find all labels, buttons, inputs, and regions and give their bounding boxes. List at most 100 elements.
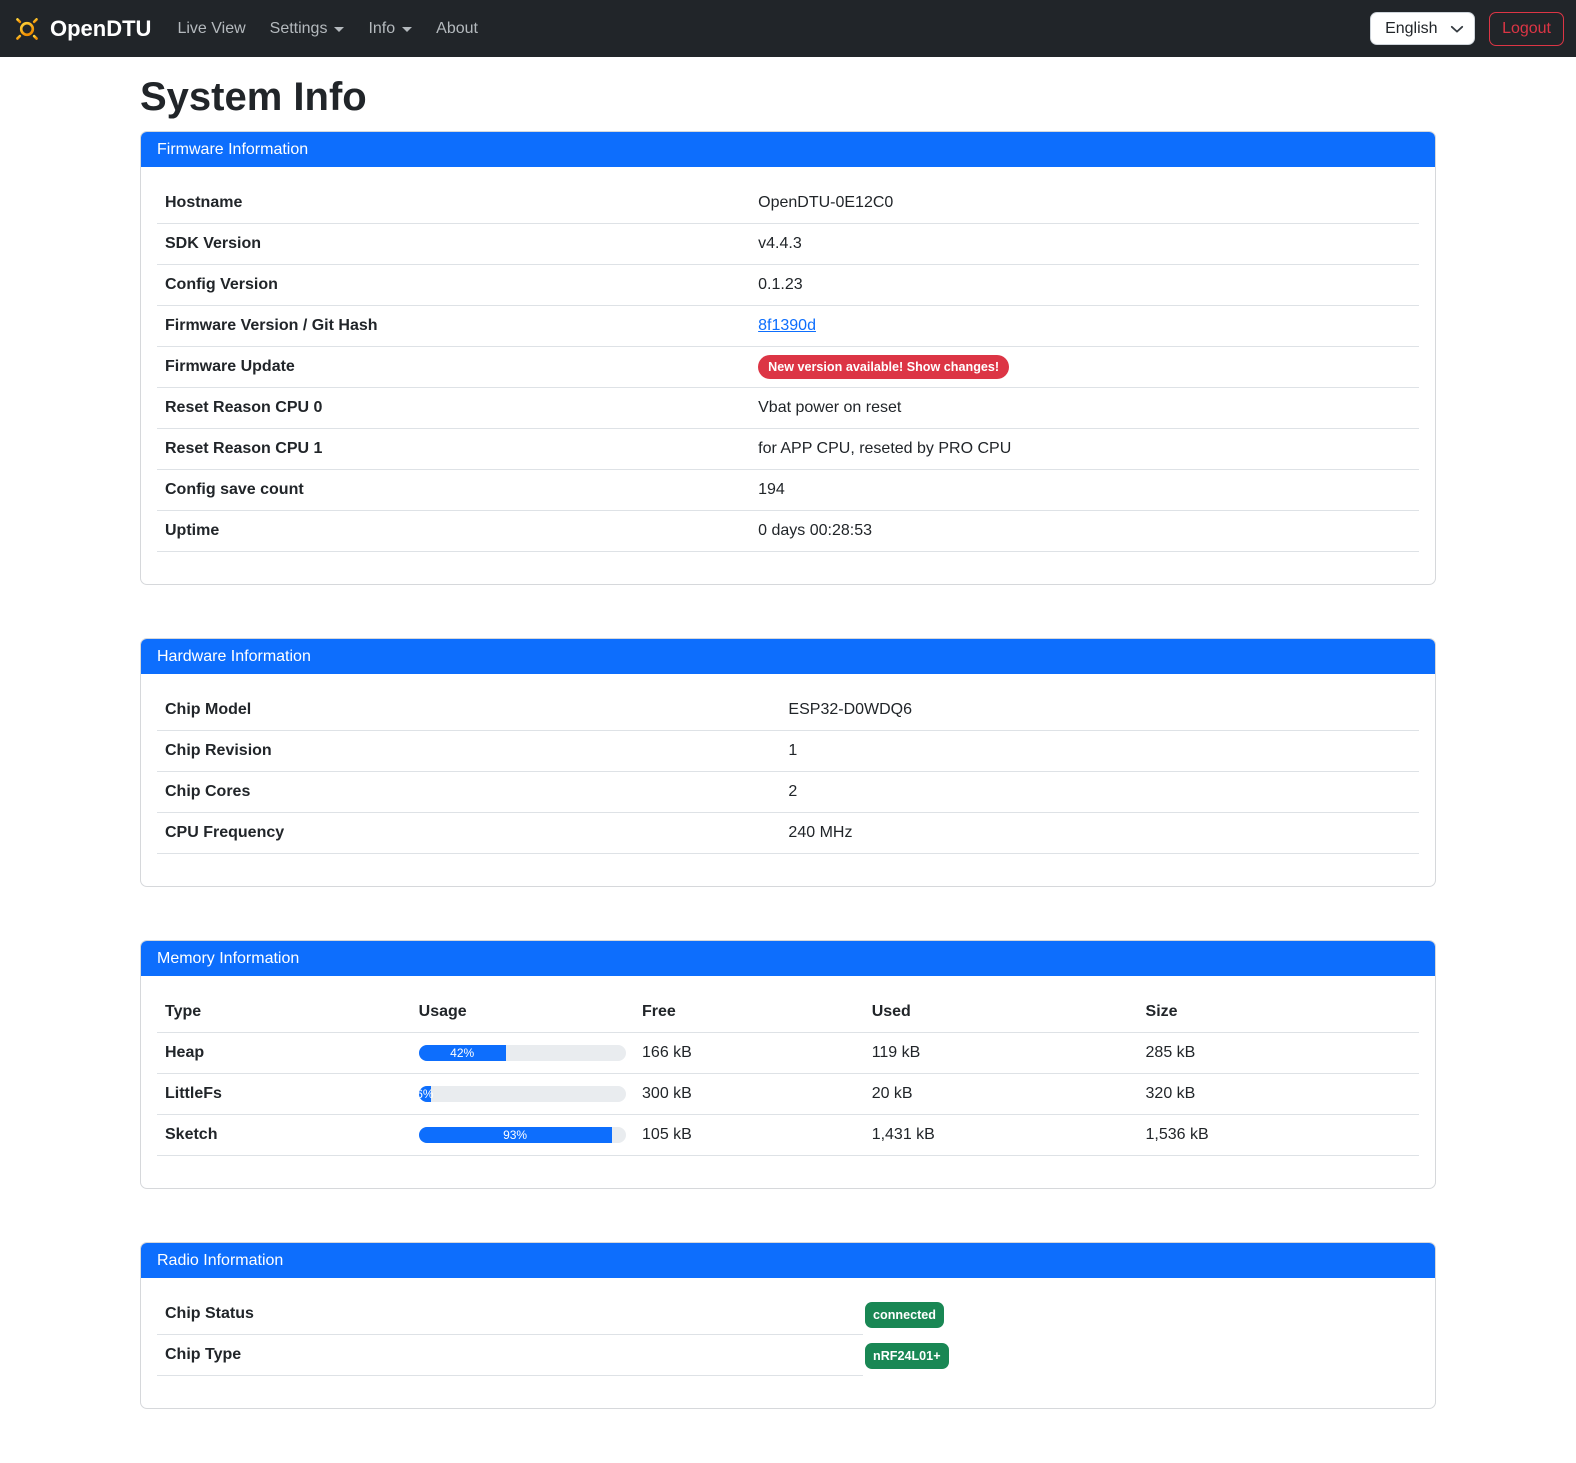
- card-body: Type Usage Free Used Size Heap 42%: [141, 976, 1435, 1188]
- column-header: Used: [864, 992, 1138, 1033]
- git-hash-link[interactable]: 8f1390d: [758, 317, 816, 334]
- navbar: OpenDTU Live View Settings Info About En…: [0, 0, 1576, 57]
- progress-label: 93%: [503, 1127, 527, 1143]
- firmware-information-card: Firmware Information Hostname OpenDTU-0E…: [140, 131, 1436, 585]
- language-select[interactable]: English: [1370, 12, 1475, 45]
- table-row: Heap 42% 166 kB 119 kB 285 kB: [157, 1033, 1419, 1074]
- memory-information-card: Memory Information Type Usage Free Used …: [140, 940, 1436, 1189]
- table-row: Firmware Version / Git Hash 8f1390d: [157, 306, 1419, 347]
- table-row: Chip Status connected: [157, 1294, 1419, 1335]
- radio-table: Chip Status connected Chip Type nRF24L01…: [157, 1294, 1419, 1376]
- size-cell: 285 kB: [1138, 1033, 1419, 1074]
- table-row: Chip Cores 2: [157, 772, 1419, 813]
- table-row: LittleFs 6% 300 kB 20 kB 320 kB: [157, 1074, 1419, 1115]
- card-body: Chip Status connected Chip Type nRF24L01…: [141, 1278, 1435, 1408]
- sun-icon: [12, 14, 42, 44]
- column-header: Free: [634, 992, 864, 1033]
- table-row: CPU Frequency 240 MHz: [157, 813, 1419, 854]
- card-header: Radio Information: [141, 1243, 1435, 1278]
- row-label: Sketch: [157, 1115, 411, 1156]
- row-label: Chip Revision: [157, 731, 780, 772]
- table-header-row: Type Usage Free Used Size: [157, 992, 1419, 1033]
- row-label: Config save count: [157, 470, 750, 511]
- row-value: connected: [865, 1302, 944, 1328]
- table-row: Config Version 0.1.23: [157, 265, 1419, 306]
- row-label: LittleFs: [157, 1074, 411, 1115]
- row-value: v4.4.3: [750, 224, 1419, 265]
- card-body: Chip Model ESP32-D0WDQ6 Chip Revision 1 …: [141, 674, 1435, 886]
- usage-cell: 93%: [411, 1115, 634, 1156]
- progress-label: 42%: [450, 1045, 474, 1061]
- row-label: Chip Model: [157, 690, 780, 731]
- table-row: Chip Type nRF24L01+: [157, 1335, 1419, 1376]
- chevron-down-icon: [334, 27, 344, 32]
- nav-item-about[interactable]: About: [428, 12, 486, 46]
- nav-item-label: Live View: [177, 20, 245, 38]
- row-label: Chip Type: [157, 1335, 863, 1376]
- free-cell: 105 kB: [634, 1115, 864, 1156]
- table-row: Reset Reason CPU 0 Vbat power on reset: [157, 388, 1419, 429]
- memory-table: Type Usage Free Used Size Heap 42%: [157, 992, 1419, 1156]
- hardware-information-card: Hardware Information Chip Model ESP32-D0…: [140, 638, 1436, 887]
- row-value: 2: [780, 772, 1419, 813]
- row-value: ESP32-D0WDQ6: [780, 690, 1419, 731]
- usage-cell: 42%: [411, 1033, 634, 1074]
- table-row: Sketch 93% 105 kB 1,431 kB 1,536 kB: [157, 1115, 1419, 1156]
- size-cell: 1,536 kB: [1138, 1115, 1419, 1156]
- row-value: 8f1390d: [750, 306, 1419, 347]
- card-header: Memory Information: [141, 941, 1435, 976]
- row-label: Reset Reason CPU 1: [157, 429, 750, 470]
- nav-item-live-view[interactable]: Live View: [169, 12, 253, 46]
- used-cell: 1,431 kB: [864, 1115, 1138, 1156]
- table-row: Chip Model ESP32-D0WDQ6: [157, 690, 1419, 731]
- page-title: System Info: [140, 73, 1436, 121]
- row-value: New version available! Show changes!: [750, 347, 1419, 388]
- row-label: Firmware Version / Git Hash: [157, 306, 750, 347]
- row-label: Chip Status: [157, 1294, 863, 1335]
- row-value: 0 days 00:28:53: [750, 511, 1419, 552]
- used-cell: 119 kB: [864, 1033, 1138, 1074]
- row-label: Firmware Update: [157, 347, 750, 388]
- size-cell: 320 kB: [1138, 1074, 1419, 1115]
- nav-item-label: Settings: [270, 20, 328, 38]
- row-label: Heap: [157, 1033, 411, 1074]
- row-label: Chip Cores: [157, 772, 780, 813]
- navbar-right: English Logout: [1370, 12, 1564, 46]
- row-label: SDK Version: [157, 224, 750, 265]
- row-label: Reset Reason CPU 0: [157, 388, 750, 429]
- radio-information-card: Radio Information Chip Status connected …: [140, 1242, 1436, 1409]
- progress-bar: 93%: [419, 1127, 612, 1143]
- nav-item-settings[interactable]: Settings: [262, 12, 353, 46]
- table-row: SDK Version v4.4.3: [157, 224, 1419, 265]
- nav-item-label: Info: [368, 20, 395, 38]
- brand-label: OpenDTU: [50, 16, 151, 42]
- brand[interactable]: OpenDTU: [12, 14, 151, 44]
- table-row: Uptime 0 days 00:28:53: [157, 511, 1419, 552]
- row-label: Hostname: [157, 183, 750, 224]
- usage-cell: 6%: [411, 1074, 634, 1115]
- progress-track: 42%: [419, 1045, 626, 1061]
- chip-type-badge: nRF24L01+: [865, 1343, 949, 1369]
- progress-bar: 6%: [419, 1086, 431, 1102]
- chevron-down-icon: [402, 27, 412, 32]
- row-value: 1: [780, 731, 1419, 772]
- free-cell: 166 kB: [634, 1033, 864, 1074]
- progress-track: 6%: [419, 1086, 626, 1102]
- card-body: Hostname OpenDTU-0E12C0 SDK Version v4.4…: [141, 167, 1435, 584]
- progress-bar: 42%: [419, 1045, 506, 1061]
- table-row: Hostname OpenDTU-0E12C0: [157, 183, 1419, 224]
- card-header: Firmware Information: [141, 132, 1435, 167]
- main-content: System Info Firmware Information Hostnam…: [140, 57, 1436, 1409]
- column-header: Type: [157, 992, 411, 1033]
- progress-label: 6%: [419, 1086, 434, 1102]
- nav-item-info[interactable]: Info: [360, 12, 420, 46]
- column-header: Usage: [411, 992, 634, 1033]
- firmware-update-badge[interactable]: New version available! Show changes!: [758, 355, 1009, 379]
- row-value: 0.1.23: [750, 265, 1419, 306]
- row-value: OpenDTU-0E12C0: [750, 183, 1419, 224]
- table-row: Chip Revision 1: [157, 731, 1419, 772]
- row-label: CPU Frequency: [157, 813, 780, 854]
- logout-button[interactable]: Logout: [1489, 12, 1564, 46]
- row-value: 194: [750, 470, 1419, 511]
- column-header: Size: [1138, 992, 1419, 1033]
